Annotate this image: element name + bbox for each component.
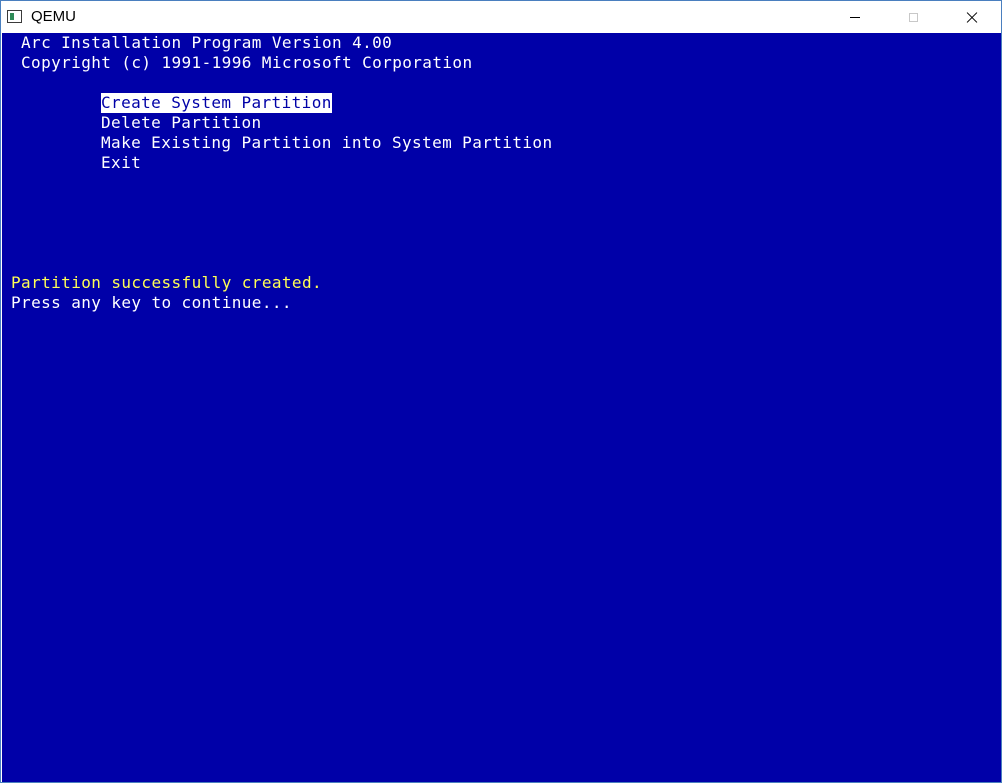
menu-item-delete-partition[interactable]: Delete Partition	[101, 113, 262, 133]
maximize-button[interactable]	[884, 1, 942, 33]
qemu-app-icon[interactable]	[7, 10, 22, 23]
minimize-icon	[850, 16, 860, 18]
window-title: QEMU	[31, 8, 76, 25]
program-title: Arc Installation Program Version 4.00	[21, 33, 393, 52]
qemu-window: QEMU Arc Installation Program Version 4.…	[0, 0, 1002, 783]
menu-item-make-existing-partition[interactable]: Make Existing Partition into System Part…	[101, 133, 552, 153]
close-icon	[966, 11, 978, 23]
minimize-button[interactable]	[826, 1, 884, 33]
close-button[interactable]	[943, 1, 1001, 33]
menu-item-create-system-partition[interactable]: Create System Partition	[101, 93, 332, 113]
vm-display[interactable]: Arc Installation Program Version 4.00 Co…	[2, 33, 1001, 782]
continue-prompt: Press any key to continue...	[11, 293, 292, 312]
title-bar[interactable]: QEMU	[1, 1, 1001, 33]
status-message: Partition successfully created.	[11, 273, 323, 292]
copyright-notice: Copyright (c) 1991-1996 Microsoft Corpor…	[21, 53, 473, 72]
maximize-icon	[908, 12, 918, 22]
menu-item-exit[interactable]: Exit	[101, 153, 141, 173]
